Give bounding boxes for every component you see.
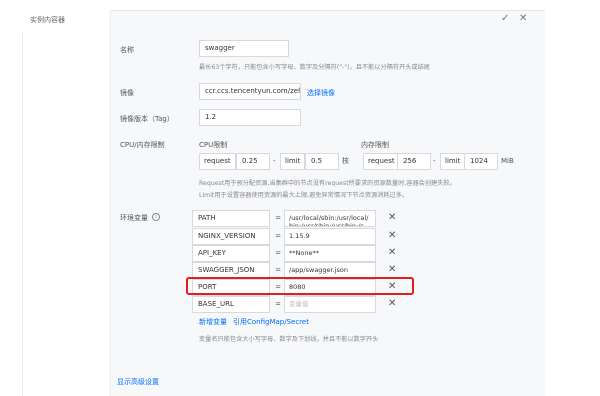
mem-unit: MiB xyxy=(501,157,514,165)
cpu-request-label: request xyxy=(199,153,236,170)
env-key-input[interactable]: BASE_URL xyxy=(192,296,270,313)
advanced-settings-link[interactable]: 显示高级设置 xyxy=(117,377,159,387)
tag-input[interactable]: 1.2 xyxy=(199,109,301,126)
left-divider xyxy=(22,32,23,396)
delete-x-icon[interactable]: ✕ xyxy=(388,246,396,260)
delete-x-icon[interactable]: ✕ xyxy=(388,229,396,243)
env-eq: = xyxy=(275,249,281,257)
delete-x-icon[interactable]: ✕ xyxy=(388,297,396,311)
select-image-link[interactable]: 选择镜像 xyxy=(307,88,335,98)
cpu-header: CPU限制 xyxy=(199,141,228,149)
cpu-unit: 核 xyxy=(342,157,349,165)
delete-x-icon[interactable]: ✕ xyxy=(388,211,396,225)
limits-hint-2: Limit用于设置容器使用资源的最大上限,避免异常情况下节点资源消耗过多。 xyxy=(199,192,409,199)
port-row-highlight xyxy=(186,277,414,295)
env-key-input[interactable]: API_KEY xyxy=(192,245,270,262)
env-label: 环境变量 xyxy=(120,214,148,222)
name-input[interactable]: swagger xyxy=(199,40,289,57)
cpu-dash: - xyxy=(273,157,276,165)
card-top-line xyxy=(111,10,545,11)
tag-label: 镜像版本（Tag） xyxy=(120,115,174,123)
image-label: 镜像 xyxy=(120,89,134,97)
limits-label: CPU/内存限制 xyxy=(120,141,165,149)
mem-request-label: request xyxy=(363,153,400,170)
delete-x-icon[interactable]: ✕ xyxy=(388,263,396,277)
reference-configmap-link[interactable]: 引用ConfigMap/Secret xyxy=(233,317,309,327)
cpu-limit-input[interactable]: 0.5 xyxy=(305,153,339,170)
env-value-input[interactable]: /usr/local/sbin:/usr/local/bin:/usr/sbin… xyxy=(284,210,376,227)
mem-request-input[interactable]: 256 xyxy=(397,153,431,170)
env-key-input[interactable]: NGINX_VERSION xyxy=(192,228,270,245)
cpu-request-input[interactable]: 0.25 xyxy=(236,153,270,170)
mem-limit-label: limit xyxy=(440,153,466,170)
env-eq: = xyxy=(275,214,281,222)
env-eq: = xyxy=(275,300,281,308)
check-icon[interactable]: ✓ xyxy=(501,14,509,24)
mem-dash: - xyxy=(433,157,436,165)
add-variable-link[interactable]: 新增变量 xyxy=(199,317,227,327)
limits-hint-1: Request用于预分配资源,当集群中的节点没有request所要求的资源数量时… xyxy=(199,180,456,187)
section-title: 实例内容器 xyxy=(30,16,65,24)
close-icon[interactable]: ✕ xyxy=(519,14,527,24)
cpu-limit-label: limit xyxy=(280,153,306,170)
env-hint: 变量名只能包含大小写字母、数字及下划线，并且不能以数字开头 xyxy=(199,336,379,343)
mem-header: 内存限制 xyxy=(361,141,389,149)
info-icon: i xyxy=(152,213,160,221)
env-value-input[interactable]: **None** xyxy=(284,245,376,262)
env-value-input[interactable]: 变量值 xyxy=(284,296,376,313)
name-hint: 最长63个字符，只能包含小写字母、数字及分隔符("-")，且不能以分隔符开头或结… xyxy=(199,64,430,71)
mem-limit-input[interactable]: 1024 xyxy=(464,153,498,170)
name-label: 名称 xyxy=(120,46,134,54)
env-key-input[interactable]: PATH xyxy=(192,210,270,227)
env-value-input[interactable]: 1.15.9 xyxy=(284,228,376,245)
env-eq: = xyxy=(275,232,281,240)
image-input[interactable]: ccr.ccs.tencentyun.com/zehu xyxy=(199,83,301,100)
